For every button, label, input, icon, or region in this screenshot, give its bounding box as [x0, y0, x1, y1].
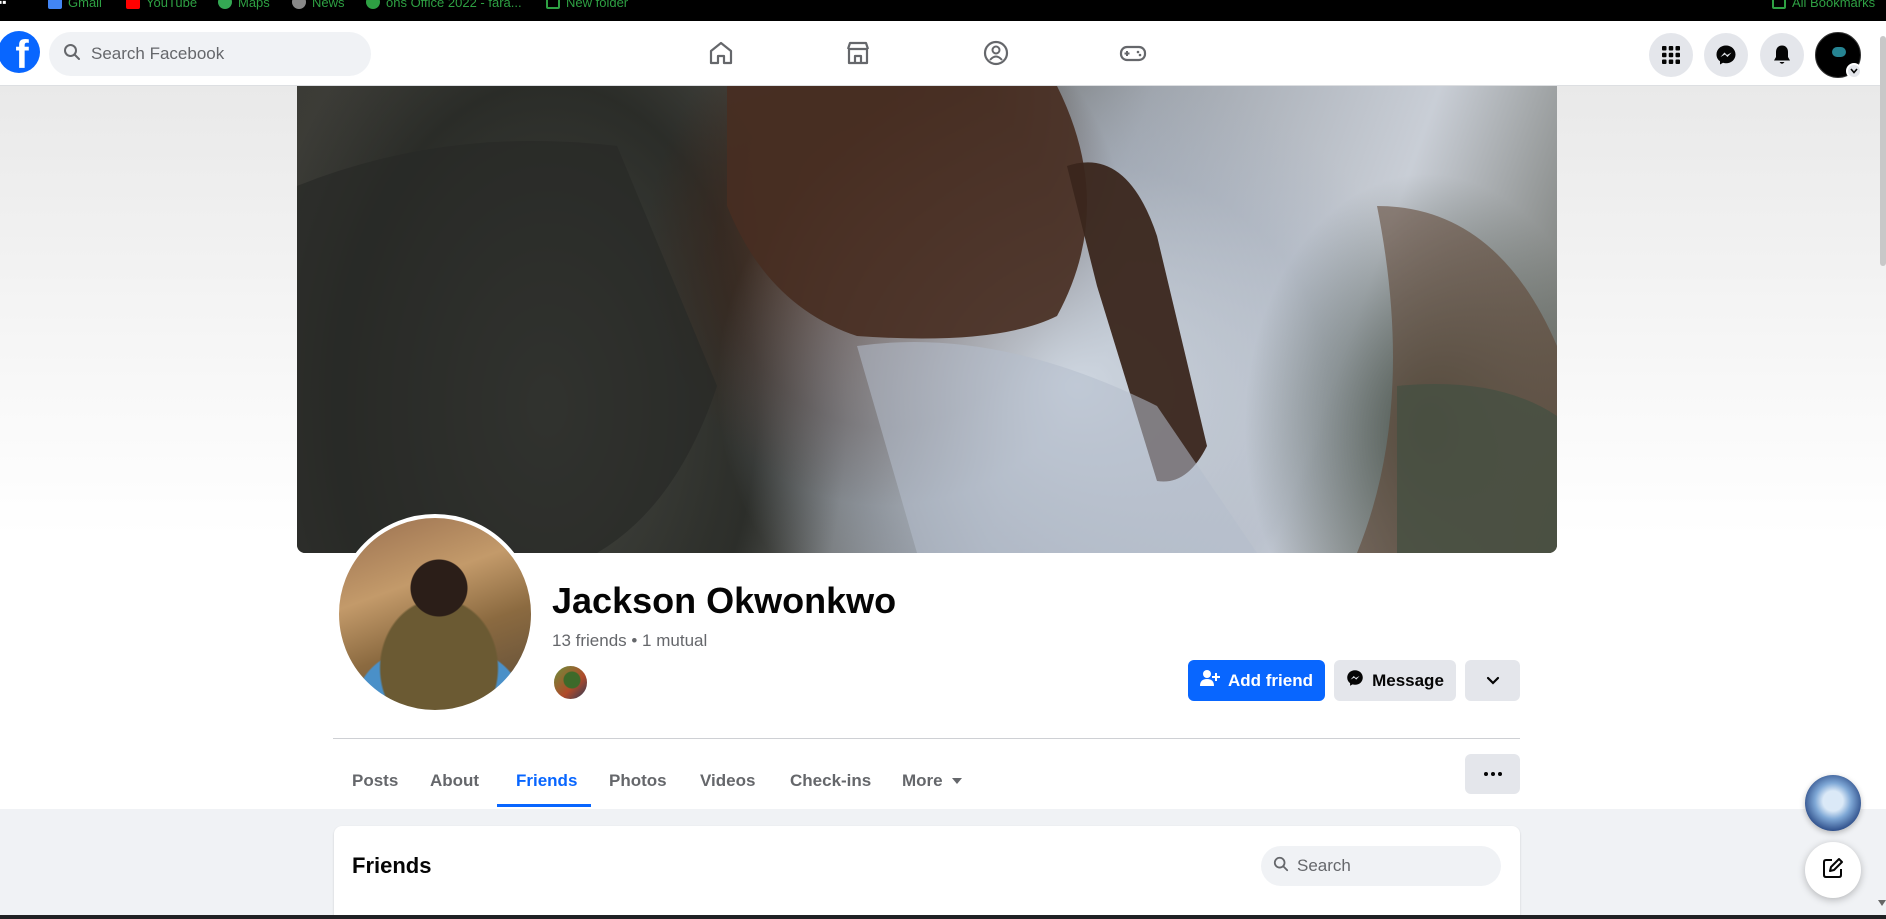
- tab-posts[interactable]: Posts: [348, 754, 402, 808]
- tab-photos[interactable]: Photos: [605, 754, 671, 808]
- messenger-icon: [1346, 669, 1364, 692]
- account-avatar[interactable]: [1815, 32, 1862, 79]
- cover-photo-image: [297, 86, 1557, 553]
- friends-count-link[interactable]: 13 friends • 1 mutual: [552, 631, 707, 651]
- chevron-down-icon: [1486, 671, 1500, 691]
- chevron-down-icon: [1846, 63, 1862, 79]
- bookmark-news[interactable]: News: [292, 0, 345, 12]
- groups-icon[interactable]: [978, 35, 1014, 71]
- marketplace-icon[interactable]: [840, 35, 876, 71]
- apps-grid-icon[interactable]: ▪▪: [0, 0, 7, 12]
- bookmark-office[interactable]: ons Office 2022 - fara...: [366, 0, 522, 12]
- folder-icon: [1772, 0, 1786, 9]
- bookmark-gmail[interactable]: Gmail: [48, 0, 102, 12]
- office-icon: [366, 0, 380, 9]
- menu-grid-icon[interactable]: [1649, 33, 1693, 77]
- profile-name: Jackson Okwonkwo: [552, 580, 897, 621]
- friends-card-title: Friends: [352, 853, 432, 878]
- active-tab-indicator: [497, 804, 591, 807]
- top-navbar: f: [0, 21, 1886, 86]
- youtube-icon: [126, 0, 140, 9]
- news-icon: [292, 0, 306, 9]
- bookmark-all[interactable]: All Bookmarks: [1772, 0, 1875, 12]
- tab-friends[interactable]: Friends: [512, 754, 581, 808]
- compose-icon: [1822, 857, 1844, 884]
- add-person-icon: [1200, 669, 1220, 692]
- messenger-icon[interactable]: [1704, 33, 1748, 77]
- more-options-button[interactable]: [1465, 754, 1520, 794]
- search-bar[interactable]: [49, 32, 371, 76]
- bookmark-maps[interactable]: Maps: [218, 0, 270, 12]
- scrollbar[interactable]: [1880, 36, 1886, 266]
- bookmarks-bar: ▪▪ Gmail YouTube Maps News ons Office 20…: [0, 0, 1886, 21]
- taskbar-edge: [0, 915, 1886, 919]
- tab-videos[interactable]: Videos: [696, 754, 759, 808]
- tab-about[interactable]: About: [426, 754, 483, 808]
- tab-check-ins[interactable]: Check-ins: [786, 754, 875, 808]
- gaming-icon[interactable]: [1115, 35, 1151, 71]
- profile-options-dropdown[interactable]: [1465, 660, 1520, 701]
- search-icon: [1273, 856, 1289, 877]
- search-icon: [63, 43, 81, 66]
- cover-photo[interactable]: [297, 86, 1557, 553]
- chat-contact-avatar[interactable]: [1805, 775, 1861, 831]
- bookmark-youtube[interactable]: YouTube: [126, 0, 197, 12]
- maps-icon: [218, 0, 232, 9]
- header-divider: [333, 738, 1520, 739]
- new-message-button[interactable]: [1805, 842, 1861, 898]
- facebook-logo[interactable]: f: [0, 31, 40, 73]
- home-icon[interactable]: [703, 35, 739, 71]
- tab-more[interactable]: More: [898, 754, 966, 808]
- folder-icon: [546, 0, 560, 9]
- add-friend-button[interactable]: Add friend: [1188, 660, 1325, 701]
- scroll-down-arrow[interactable]: [1878, 900, 1886, 906]
- caret-down-icon: [951, 778, 962, 784]
- friends-search-bar[interactable]: [1261, 846, 1501, 886]
- friends-search-input[interactable]: [1297, 856, 1477, 876]
- gmail-icon: [48, 0, 62, 9]
- friends-card: Friends: [334, 826, 1520, 919]
- notifications-bell-icon[interactable]: [1760, 33, 1804, 77]
- profile-picture[interactable]: [335, 514, 535, 714]
- ellipsis-icon: [1483, 772, 1502, 776]
- mutual-friend-avatar[interactable]: [552, 664, 589, 701]
- bookmark-new-folder[interactable]: New folder: [546, 0, 628, 12]
- search-input[interactable]: [91, 44, 331, 64]
- message-button[interactable]: Message: [1334, 660, 1456, 701]
